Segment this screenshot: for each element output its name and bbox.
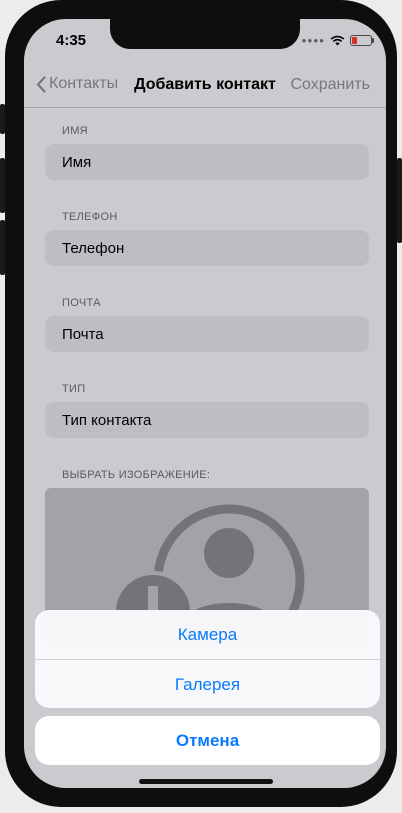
notch [110, 19, 300, 49]
action-sheet: Камера Галерея [35, 610, 380, 708]
power-button [397, 158, 402, 243]
screen: 4:35 ●●●● Контакты Добавить контакт Сохр… [24, 19, 386, 788]
phone-frame: 4:35 ●●●● Контакты Добавить контакт Сохр… [5, 0, 397, 807]
cancel-button[interactable]: Отмена [35, 716, 380, 765]
camera-option[interactable]: Камера [35, 610, 380, 659]
home-indicator[interactable] [139, 779, 273, 784]
gallery-option[interactable]: Галерея [35, 660, 380, 708]
